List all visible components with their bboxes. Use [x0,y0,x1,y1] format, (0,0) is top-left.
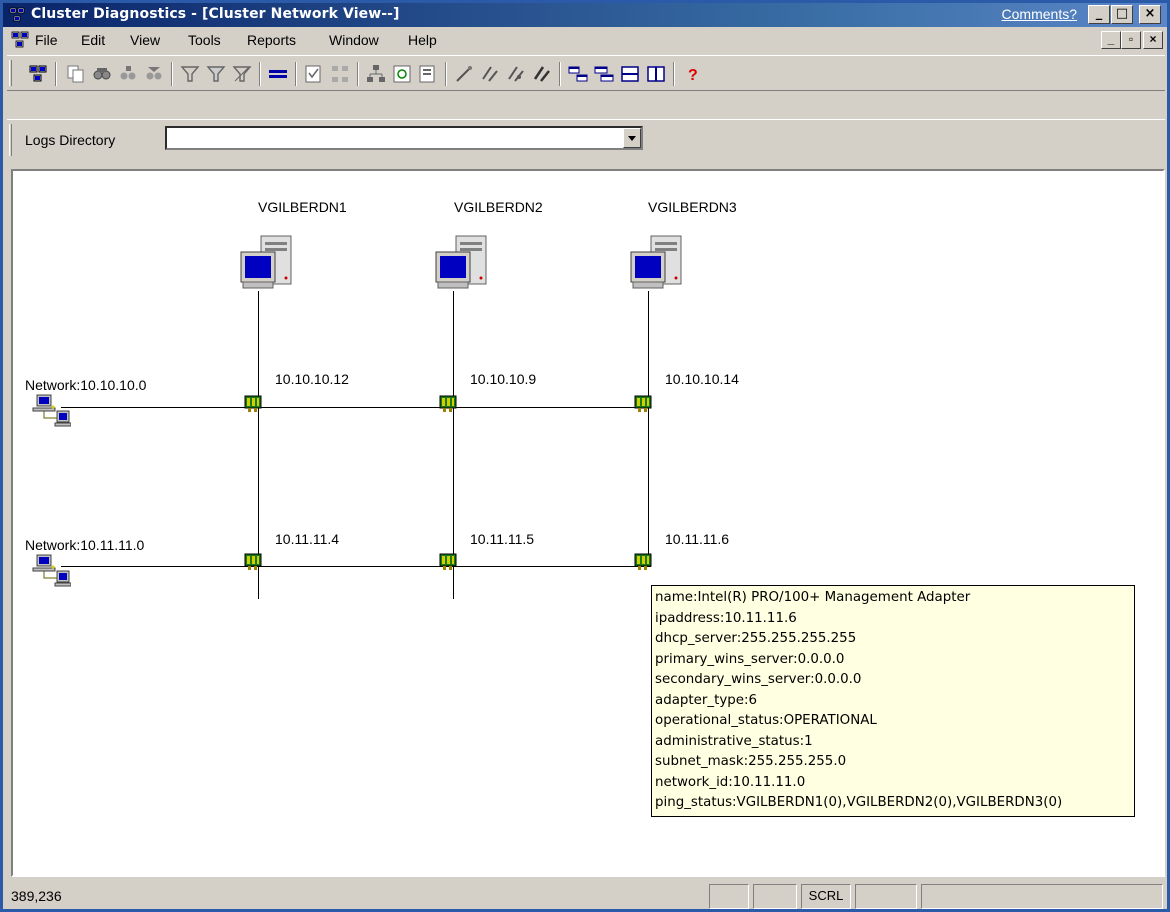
server-icon[interactable] [629,234,685,294]
split-vertical-icon[interactable] [645,63,667,85]
adapter-ip-label: 10.10.10.9 [470,371,537,387]
comments-link[interactable]: Comments? [1002,6,1077,22]
tooltip-line: name:Intel(R) PRO/100+ Management Adapte… [655,590,971,605]
help-icon[interactable]: ? [681,63,703,85]
menu-view[interactable]: View [130,32,160,48]
filter-edit-icon[interactable] [205,63,227,85]
scroll-lock-indicator: SCRL [801,884,851,909]
node-label-1: VGILBERDN1 [258,199,347,215]
title-bar[interactable]: Cluster Diagnostics - [Cluster Network V… [3,3,1167,27]
network-2-line [61,566,651,567]
filter-clear-icon[interactable] [231,63,253,85]
status-pane [855,884,917,909]
app-icon [9,7,25,22]
logs-bar-grip[interactable] [9,124,12,156]
adapter-ip-label: 10.10.10.12 [275,371,349,387]
network-adapter-icon[interactable] [243,393,265,413]
minimize-button[interactable]: _ [1088,5,1110,24]
network-icon[interactable] [329,63,351,85]
adapter-ip-label: 10.11.11.4 [275,531,340,547]
network-label-1: Network:10.10.10.0 [25,377,147,393]
tool-b-icon[interactable] [505,63,527,85]
network-1-line [61,407,651,408]
toolbar-grip[interactable] [9,60,12,86]
menu-reports[interactable]: Reports [247,32,296,48]
mdi-restore-button[interactable]: ▫ [1121,31,1141,49]
tooltip-line: operational_status:OPERATIONAL [655,713,877,728]
tooltip-line: ping_status:VGILBERDN1(0),VGILBERDN2(0),… [655,795,1063,810]
find-node-icon[interactable] [117,63,139,85]
network-view-canvas[interactable]: VGILBERDN1 VGILBERDN2 VGILBERDN3 Network… [11,169,1165,877]
menu-tools[interactable]: Tools [188,32,221,48]
adapter-ip-label: 10.11.11.6 [665,531,730,547]
mdi-close-button[interactable]: × [1143,31,1163,49]
toolbar: ? [7,55,1165,91]
adapter-tooltip: name:Intel(R) PRO/100+ Management Adapte… [651,585,1135,817]
logs-directory-label: Logs Directory [25,132,116,148]
tile-b-icon[interactable] [593,63,615,85]
tooltip-line: adapter_type:6 [655,692,758,708]
tooltip-line: ipaddress:10.11.11.6 [655,610,797,626]
document-icon[interactable] [417,63,439,85]
separator-view-icon[interactable] [267,63,289,85]
node-3-link [648,291,649,561]
cluster-icon[interactable] [365,63,387,85]
copy-icon[interactable] [65,63,87,85]
app-window: Cluster Diagnostics - [Cluster Network V… [0,0,1170,912]
adapter-ip-label: 10.10.10.14 [665,371,739,387]
menu-edit[interactable]: Edit [81,32,105,48]
status-pane [709,884,749,909]
menu-bar: File Edit View Tools Reports Window Help… [3,27,1167,53]
network-adapter-icon[interactable] [633,551,655,571]
tool-a-icon[interactable] [479,63,501,85]
tooltip-line: dhcp_server:255.255.255.255 [655,631,857,646]
svg-text:?: ? [688,67,698,84]
node-label-3: VGILBERDN3 [648,199,737,215]
tooltip-line: administrative_status:1 [655,733,813,749]
server-icon[interactable] [239,234,295,294]
maximize-button[interactable]: □ [1111,5,1133,24]
close-button[interactable]: × [1139,5,1161,24]
app-icon[interactable] [27,63,49,85]
network-icon[interactable] [31,553,71,589]
mdi-minimize-button[interactable]: _ [1101,31,1121,49]
network-label-2: Network:10.11.11.0 [25,537,145,553]
menu-window[interactable]: Window [329,32,379,48]
tool-c-icon[interactable] [531,63,553,85]
logs-directory-bar: Logs Directory [7,119,1165,164]
chevron-down-icon[interactable] [623,128,641,148]
find-icon[interactable] [91,63,113,85]
network-adapter-icon[interactable] [243,551,265,571]
refresh-icon[interactable] [391,63,413,85]
filter-icon[interactable] [179,63,201,85]
node-label-2: VGILBERDN2 [454,199,543,215]
tooltip-line: secondary_wins_server:0.0.0.0 [655,672,862,687]
tooltip-line: network_id:10.11.11.0 [655,774,806,790]
menu-help[interactable]: Help [408,32,437,48]
window-title: Cluster Diagnostics - [Cluster Network V… [31,6,400,22]
tooltip-line: subnet_mask:255.255.255.0 [655,754,847,769]
document-window-icon[interactable] [11,31,29,49]
adapter-ip-label: 10.11.11.5 [470,531,535,547]
wand-icon[interactable] [453,63,475,85]
find-resource-icon[interactable] [143,63,165,85]
tooltip-line: primary_wins_server:0.0.0.0 [655,651,845,667]
tile-a-icon[interactable] [567,63,589,85]
status-pane [753,884,797,909]
network-adapter-icon[interactable] [633,393,655,413]
logs-directory-combo[interactable] [165,126,643,150]
split-horizontal-icon[interactable] [619,63,641,85]
status-pane [921,884,1163,909]
network-icon[interactable] [31,393,71,429]
cursor-coordinates: 389,236 [11,888,62,904]
network-adapter-icon[interactable] [438,393,460,413]
status-bar: 389,236 SCRL [3,879,1167,912]
network-adapter-icon[interactable] [438,551,460,571]
server-icon[interactable] [434,234,490,294]
menu-file[interactable]: File [35,32,58,48]
report-icon[interactable] [303,63,325,85]
